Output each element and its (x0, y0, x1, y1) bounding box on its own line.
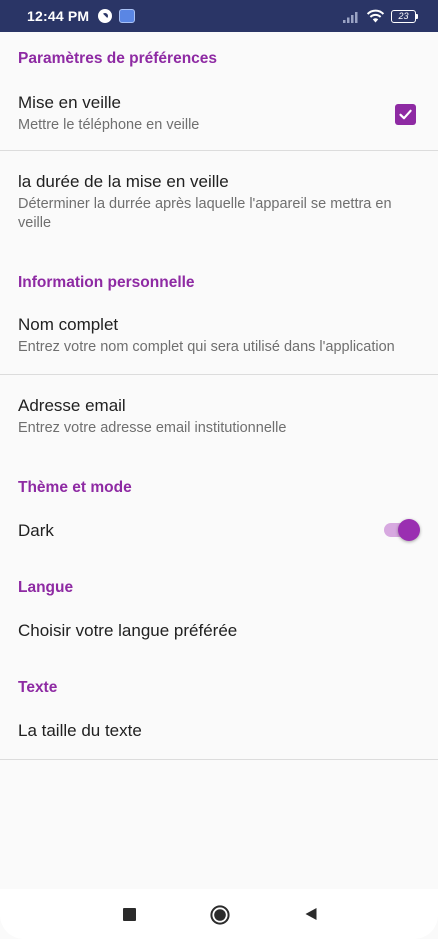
pref-email-summary: Entrez votre adresse email institutionne… (18, 420, 287, 436)
status-indicators: 23 (342, 9, 418, 23)
pref-text-size[interactable]: La taille du texte (0, 697, 438, 759)
pref-sleep-summary: Mettre le téléphone en veille (18, 117, 200, 133)
preferences-list: Paramètres de préférences Mise en veille… (0, 32, 438, 760)
pref-sleep-duration-summary: Déterminer la durrée après laquelle l'ap… (18, 196, 392, 231)
pref-sleep-duration-title: la durée de la mise en veille (18, 172, 229, 191)
section-title-personal: Information personnelle (18, 274, 195, 291)
signal-icon (343, 11, 358, 23)
pref-email[interactable]: Adresse email Entrez votre adresse email… (0, 375, 438, 438)
sleep-checkbox[interactable] (395, 104, 416, 125)
check-icon (399, 109, 412, 120)
section-title-theme: Thème et mode (18, 479, 132, 496)
pref-full-name-summary: Entrez votre nom complet qui sera utilis… (18, 339, 395, 355)
pref-sleep[interactable]: Mise en veille Mettre le téléphone en ve… (0, 68, 438, 150)
pref-sleep-duration[interactable]: la durée de la mise en veille Déterminer… (0, 151, 438, 233)
recents-icon (122, 907, 136, 921)
pref-text-size-title: La taille du texte (18, 721, 142, 740)
home-icon (210, 905, 230, 925)
switch-thumb (398, 519, 420, 541)
divider (0, 759, 438, 760)
dark-mode-switch[interactable] (382, 518, 420, 542)
status-bar: 12:44 PM 23 (0, 0, 438, 32)
recents-button[interactable] (122, 907, 136, 921)
pref-full-name[interactable]: Nom complet Entrez votre nom complet qui… (0, 292, 438, 374)
battery-icon: 23 (391, 9, 418, 23)
back-icon (305, 908, 317, 920)
pref-email-title: Adresse email (18, 396, 126, 415)
wifi-icon (366, 9, 385, 23)
pref-dark-title: Dark (18, 521, 54, 540)
section-title-preferences: Paramètres de préférences (18, 50, 218, 67)
section-title-language: Langue (18, 579, 74, 596)
pref-language[interactable]: Choisir votre langue préférée (0, 597, 438, 661)
settings-screen: 12:44 PM 23 Paramètres de préférences Mi… (0, 0, 438, 939)
pref-full-name-title: Nom complet (18, 315, 119, 334)
pref-language-title: Choisir votre langue préférée (18, 621, 238, 640)
pref-dark-mode[interactable]: Dark (0, 497, 438, 561)
status-time: 12:44 PM (27, 8, 90, 24)
home-button[interactable] (210, 905, 230, 925)
back-button[interactable] (304, 907, 318, 921)
navigation-bar (0, 889, 438, 939)
app-notification-icon (98, 9, 113, 23)
section-title-text: Texte (18, 679, 58, 696)
battery-level: 23 (391, 9, 416, 23)
pref-sleep-title: Mise en veille (18, 93, 121, 112)
gallery-icon (119, 9, 136, 23)
